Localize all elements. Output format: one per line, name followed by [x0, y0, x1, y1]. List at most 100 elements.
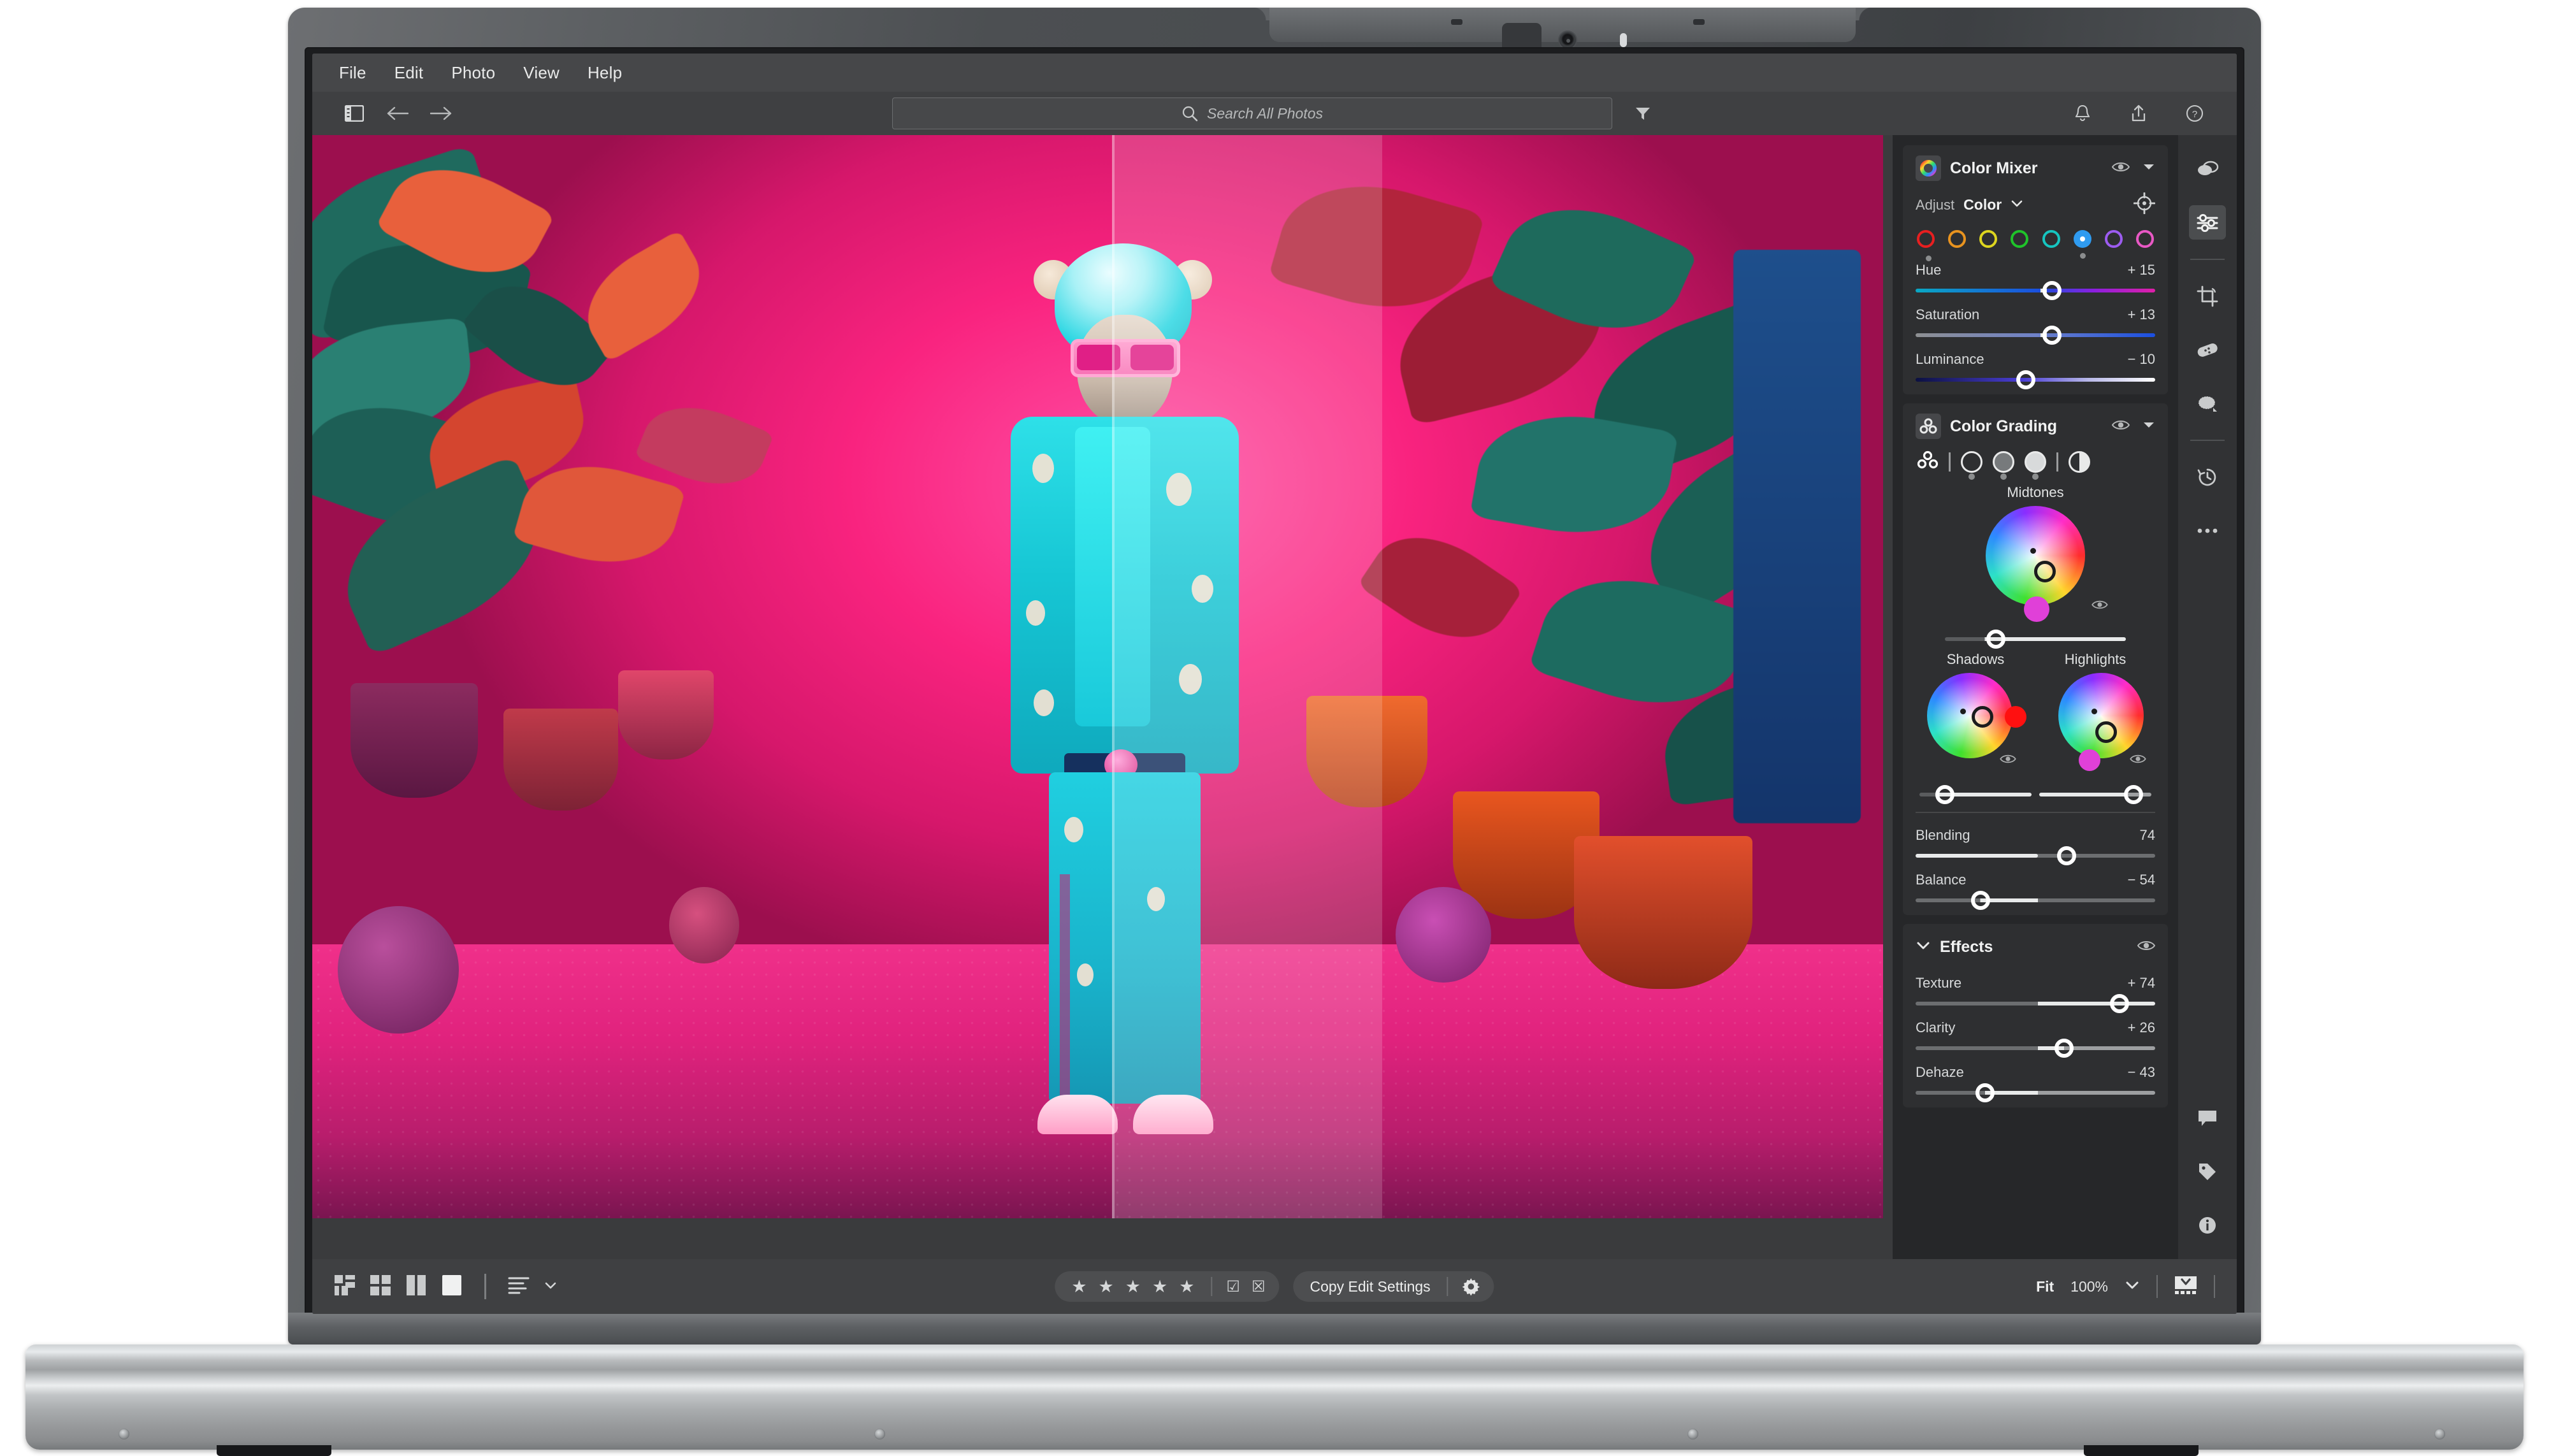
- highlights-wheel[interactable]: [2058, 673, 2144, 758]
- search-input[interactable]: Search All Photos: [892, 97, 1612, 129]
- highlights-hue-bead[interactable]: [2079, 749, 2100, 771]
- history-icon[interactable]: [2189, 460, 2226, 494]
- presets-icon[interactable]: [2189, 152, 2226, 186]
- midtones-hue-bead[interactable]: [2024, 596, 2049, 622]
- menu-item-photo[interactable]: Photo: [451, 63, 495, 83]
- eye-icon[interactable]: [2130, 753, 2146, 768]
- midtones-luminance-slider[interactable]: [1945, 630, 2126, 649]
- healing-icon[interactable]: [2189, 333, 2226, 367]
- shadows-luminance-slider[interactable]: [1919, 785, 2032, 804]
- star-1[interactable]: ★: [1071, 1277, 1087, 1297]
- eye-icon[interactable]: [2111, 161, 2130, 177]
- webcam-indicator: [1620, 33, 1627, 47]
- effects-panel: Effects Texture + 74 Clarity + 26 Dehaze…: [1903, 924, 2168, 1107]
- chevron-down-icon[interactable]: [2142, 162, 2155, 175]
- info-icon[interactable]: [2189, 1208, 2226, 1243]
- filter-icon[interactable]: [1629, 99, 1657, 127]
- swatch-magenta[interactable]: [2135, 230, 2154, 248]
- swatch-orange[interactable]: [1948, 230, 1967, 248]
- zoom-level-value[interactable]: 100%: [2070, 1278, 2108, 1295]
- panel-toggle-icon[interactable]: [340, 99, 368, 127]
- eye-icon[interactable]: [2091, 599, 2108, 614]
- slider-dehaze-label: Dehaze: [1916, 1064, 1964, 1080]
- swatch-purple[interactable]: [2104, 230, 2123, 248]
- shadows-hue-bead[interactable]: [2005, 706, 2026, 728]
- menu-item-view[interactable]: View: [523, 63, 560, 83]
- slider-balance[interactable]: Balance − 54: [1916, 872, 2155, 910]
- eye-icon[interactable]: [2137, 939, 2156, 955]
- photo-viewer[interactable]: [312, 135, 1893, 1259]
- slider-texture-value: + 74: [2127, 975, 2155, 991]
- swatch-yellow[interactable]: [1979, 230, 1998, 248]
- menu-item-help[interactable]: Help: [588, 63, 622, 83]
- midtones-icon[interactable]: [1993, 450, 2014, 480]
- menu-item-edit[interactable]: Edit: [394, 63, 424, 83]
- chevron-down-icon[interactable]: [1916, 941, 1931, 953]
- before-after-split-line[interactable]: [1112, 135, 1115, 1218]
- hue-swatch-row: [1917, 230, 2154, 261]
- all-wheels-icon[interactable]: [1917, 450, 1939, 473]
- grid-icon[interactable]: [370, 1274, 391, 1299]
- keywords-icon[interactable]: [2189, 1155, 2226, 1189]
- gear-icon[interactable]: [1447, 1277, 1494, 1296]
- slider-hue[interactable]: Hue + 15: [1916, 262, 2155, 300]
- zoom-chevron-down-icon[interactable]: [2125, 1280, 2140, 1293]
- masking-icon[interactable]: [2189, 386, 2226, 421]
- color-grading-icon[interactable]: [1916, 414, 1941, 439]
- comments-icon[interactable]: [2189, 1101, 2226, 1135]
- eye-icon[interactable]: [2000, 753, 2016, 768]
- target-adjust-icon[interactable]: [2133, 192, 2156, 217]
- swatch-blue[interactable]: [2073, 230, 2091, 259]
- zoom-fit-label[interactable]: Fit: [2036, 1278, 2054, 1295]
- midtones-wheel[interactable]: [1986, 506, 2085, 605]
- swatch-green[interactable]: [2011, 230, 2029, 248]
- slider-blending[interactable]: Blending 74: [1916, 827, 2155, 865]
- menu-item-file[interactable]: File: [339, 63, 366, 83]
- star-5[interactable]: ★: [1179, 1277, 1194, 1297]
- slider-saturation[interactable]: Saturation + 13: [1916, 306, 2155, 345]
- swatch-red[interactable]: [1917, 230, 1935, 261]
- chevron-down-icon[interactable]: [2142, 421, 2155, 433]
- star-3[interactable]: ★: [1125, 1277, 1141, 1297]
- help-icon[interactable]: ?: [2181, 99, 2209, 127]
- slider-clarity-label: Clarity: [1916, 1020, 1956, 1035]
- effects-title: Effects: [1940, 937, 1993, 956]
- highlights-luminance-slider[interactable]: [2039, 785, 2151, 804]
- share-icon[interactable]: [2125, 99, 2153, 127]
- back-arrow-icon[interactable]: [384, 99, 412, 127]
- copy-edit-settings-button[interactable]: Copy Edit Settings: [1293, 1271, 1494, 1302]
- flag-reject-icon[interactable]: ☒: [1252, 1278, 1266, 1296]
- slider-dehaze[interactable]: Dehaze − 43: [1916, 1064, 2155, 1102]
- global-icon[interactable]: [2069, 450, 2090, 473]
- crop-icon[interactable]: [2189, 279, 2226, 314]
- flag-pick-icon[interactable]: ☑: [1226, 1278, 1240, 1296]
- swatch-aqua[interactable]: [2042, 230, 2060, 248]
- adjust-chevron-down-icon[interactable]: [2011, 199, 2023, 211]
- color-wheel-icon[interactable]: [1916, 155, 1941, 181]
- shadows-icon[interactable]: [1961, 450, 1982, 480]
- grid-compact-icon[interactable]: [334, 1274, 356, 1299]
- neon-portrait-photo[interactable]: [312, 135, 1883, 1218]
- more-icon[interactable]: [2189, 514, 2226, 548]
- star-2[interactable]: ★: [1099, 1277, 1114, 1297]
- menu-bar: File Edit Photo View Help: [312, 54, 2237, 92]
- single-icon[interactable]: [441, 1274, 463, 1299]
- adjust-value[interactable]: Color: [1963, 196, 2002, 213]
- eye-icon[interactable]: [2111, 419, 2130, 435]
- edit-icon[interactable]: [2189, 205, 2226, 240]
- slider-clarity[interactable]: Clarity + 26: [1916, 1020, 2155, 1058]
- sort-icon[interactable]: [508, 1276, 530, 1298]
- shadows-wheel[interactable]: [1927, 673, 2012, 758]
- compare-icon[interactable]: [405, 1274, 427, 1299]
- star-4[interactable]: ★: [1152, 1277, 1167, 1297]
- sort-chevron-down-icon[interactable]: [544, 1281, 558, 1293]
- slider-luminance[interactable]: Luminance − 10: [1916, 351, 2155, 389]
- bell-icon[interactable]: [2069, 99, 2097, 127]
- slider-texture[interactable]: Texture + 74: [1916, 975, 2155, 1013]
- midtones-wheel-group[interactable]: [1916, 506, 2155, 649]
- forward-arrow-icon[interactable]: [427, 99, 455, 127]
- filmstrip-toggle-icon[interactable]: [2174, 1276, 2197, 1298]
- slider-luminance-label: Luminance: [1916, 351, 1984, 367]
- star-rating[interactable]: ★ ★ ★ ★ ★: [1055, 1277, 1211, 1297]
- highlights-icon[interactable]: [2025, 450, 2046, 480]
